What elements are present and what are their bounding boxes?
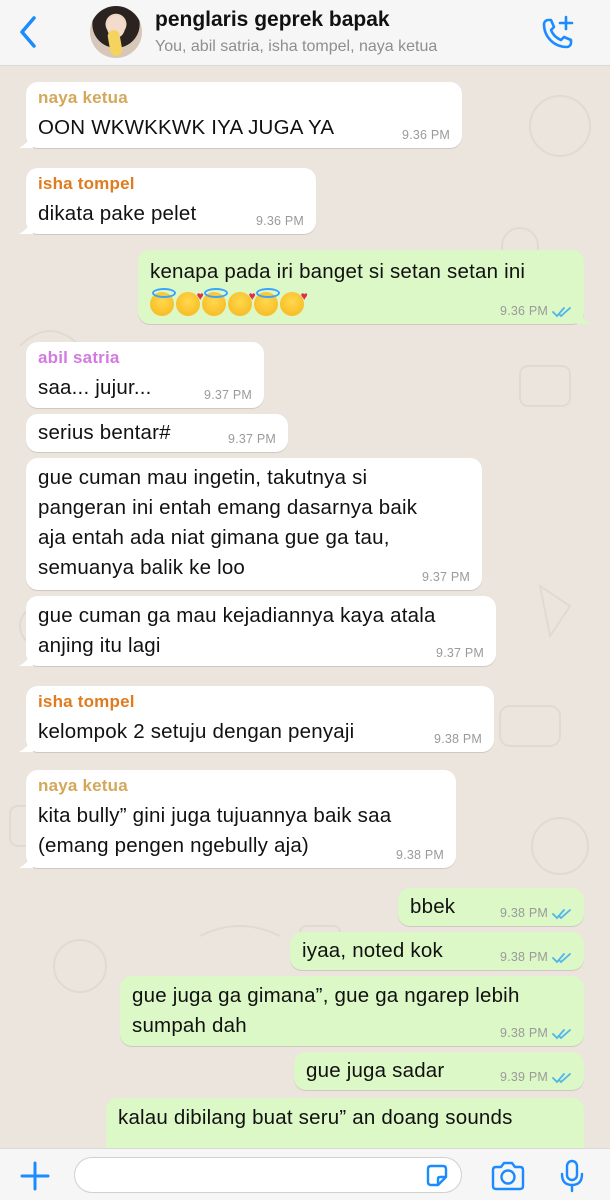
message-input[interactable]: [74, 1157, 462, 1193]
composer-bar: [0, 1148, 610, 1200]
message-text: gue cuman mau ingetin, takutnya si: [38, 466, 368, 489]
message-bubble[interactable]: bbek 9.38 PM: [398, 888, 584, 926]
smiling-face-with-hearts-icon: [176, 289, 204, 316]
message-text: gue juga ga gimana”, gue ga ngarep lebih: [132, 984, 520, 1007]
chat-header: penglaris geprek bapak You, abil satria,…: [0, 0, 610, 66]
message-bubble[interactable]: kalau dibilang buat seru” an doang sound…: [106, 1098, 584, 1148]
read-ticks-icon: [552, 1029, 571, 1040]
message-time: 9.37 PM: [204, 388, 252, 402]
message-list[interactable]: naya ketua OON WKWKKWK IYA JUGA YA 9.36 …: [0, 66, 610, 1148]
message-time: 9.38 PM: [500, 950, 548, 964]
camera-button[interactable]: [490, 1161, 526, 1191]
read-ticks-icon: [552, 909, 571, 920]
message-text: anjing itu lagi: [38, 634, 161, 657]
group-avatar[interactable]: [90, 6, 142, 58]
back-button[interactable]: [14, 14, 44, 50]
message-text: aja entah ada niat gimana gue ga tau,: [38, 526, 390, 549]
read-ticks-icon: [552, 307, 571, 318]
bubble-tail: [19, 738, 33, 752]
chat-title[interactable]: penglaris geprek bapak: [155, 8, 390, 32]
message-bubble[interactable]: gue cuman mau ingetin, takutnya si pange…: [26, 458, 482, 590]
sender-name[interactable]: naya ketua: [38, 776, 128, 796]
emoji-row: [150, 288, 308, 316]
bubble-tail: [19, 220, 33, 234]
message-text: serius bentar#: [38, 421, 171, 444]
chevron-left-icon: [20, 16, 36, 48]
smiling-face-with-halo-icon: [254, 288, 280, 316]
sender-name[interactable]: isha tompel: [38, 692, 135, 712]
message-text: kalau dibilang buat seru” an doang sound…: [118, 1106, 513, 1129]
message-text: semuanya balik ke loo: [38, 556, 246, 579]
message-bubble[interactable]: gue juga sadar 9.39 PM: [294, 1052, 584, 1090]
smiling-face-with-hearts-icon: [280, 289, 308, 316]
message-bubble[interactable]: naya ketua OON WKWKKWK IYA JUGA YA 9.36 …: [19, 82, 462, 148]
message-text: gue cuman ga mau kejadiannya kaya atala: [38, 604, 436, 627]
message-bubble[interactable]: kenapa pada iri banget si setan setan in…: [138, 250, 591, 324]
message-text: gue juga sadar: [306, 1059, 445, 1082]
message-bubble[interactable]: gue juga ga gimana”, gue ga ngarep lebih…: [120, 976, 584, 1046]
message-text: pangeran ini entah emang dasarnya baik: [38, 496, 418, 519]
chat-participants[interactable]: You, abil satria, isha tompel, naya ketu…: [155, 38, 437, 56]
read-ticks-icon: [552, 1073, 571, 1084]
bubble-tail: [19, 854, 33, 868]
message-bubble[interactable]: serius bentar# 9.37 PM: [26, 414, 288, 452]
sender-name[interactable]: abil satria: [38, 348, 120, 368]
message-text: dikata pake pelet: [38, 202, 197, 225]
message-time: 9.38 PM: [500, 906, 548, 920]
camera-icon: [491, 1161, 525, 1191]
add-call-button[interactable]: [536, 14, 576, 52]
message-time: 9.38 PM: [500, 1026, 548, 1040]
message-bubble[interactable]: isha tompel dikata pake pelet 9.36 PM: [19, 168, 316, 234]
bubble-tail: [577, 310, 591, 324]
microphone-button[interactable]: [558, 1159, 586, 1193]
message-bubble[interactable]: naya ketua kita bully” gini juga tujuann…: [19, 770, 456, 868]
message-time: 9.37 PM: [436, 646, 484, 660]
sender-name[interactable]: isha tompel: [38, 174, 135, 194]
attach-button[interactable]: [18, 1159, 52, 1193]
message-time: 9.36 PM: [402, 128, 450, 142]
message-bubble[interactable]: iyaa, noted kok 9.38 PM: [290, 932, 584, 970]
message-time: 9.38 PM: [396, 848, 444, 862]
smiling-face-with-halo-icon: [202, 288, 228, 316]
message-time: 9.37 PM: [228, 432, 276, 446]
message-bubble[interactable]: gue cuman ga mau kejadiannya kaya atala …: [19, 596, 496, 666]
message-text: kelompok 2 setuju dengan penyaji: [38, 720, 355, 743]
message-time: 9.36 PM: [256, 214, 304, 228]
read-ticks-icon: [552, 953, 571, 964]
sticker-button[interactable]: [424, 1163, 450, 1189]
message-text: bbek: [410, 895, 456, 918]
smiling-face-with-halo-icon: [150, 288, 176, 316]
message-text: (emang pengen ngebully aja): [38, 834, 309, 857]
plus-icon: [20, 1161, 50, 1191]
message-time: 9.36 PM: [500, 304, 548, 318]
message-text: kenapa pada iri banget si setan setan in…: [150, 260, 526, 283]
message-bubble[interactable]: abil satria saa... jujur... 9.37 PM: [26, 342, 264, 408]
message-text: sumpah dah: [132, 1014, 247, 1037]
message-bubble[interactable]: isha tompel kelompok 2 setuju dengan pen…: [19, 686, 494, 752]
message-text: OON WKWKKWK IYA JUGA YA: [38, 116, 335, 139]
message-text: iyaa, noted kok: [302, 939, 443, 962]
message-text: kita bully” gini juga tujuannya baik saa: [38, 804, 392, 827]
message-text: saa... jujur...: [38, 376, 152, 399]
add-call-icon: [542, 15, 574, 49]
bubble-tail: [19, 134, 33, 148]
smiling-face-with-hearts-icon: [228, 289, 256, 316]
message-time: 9.38 PM: [434, 732, 482, 746]
sticker-icon: [426, 1164, 448, 1187]
message-time: 9.37 PM: [422, 570, 470, 584]
sender-name[interactable]: naya ketua: [38, 88, 128, 108]
microphone-icon: [560, 1159, 584, 1193]
bubble-tail: [19, 652, 33, 666]
message-time: 9.39 PM: [500, 1070, 548, 1084]
